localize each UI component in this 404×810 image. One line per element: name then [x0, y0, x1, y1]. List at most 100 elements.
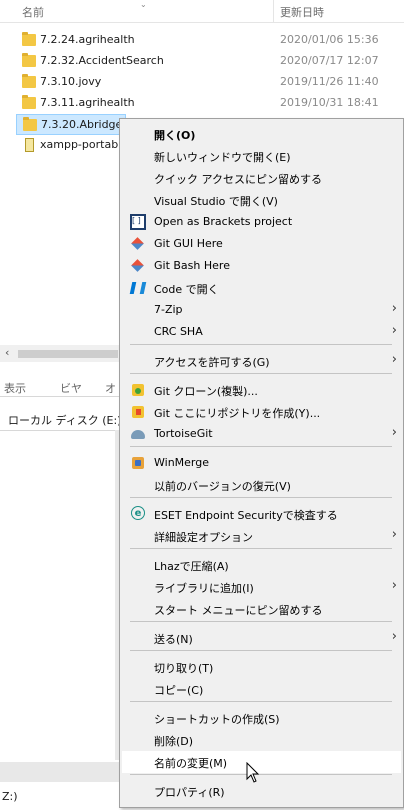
file-row-selected[interactable]: 7.3.20.AbridgeT: [16, 114, 130, 135]
menu-separator: [130, 497, 392, 498]
menu-item[interactable]: Git ここにリポジトリを作成(Y)...: [122, 401, 401, 423]
file-row[interactable]: 7.2.24.agrihealth 2020/01/06 15:36: [16, 30, 404, 51]
menu-item-label: Lhazで圧縮(A): [154, 560, 229, 573]
file-row[interactable]: 7.3.10.jovy 2019/11/26 11:40: [16, 72, 404, 93]
zip-file-icon: [25, 138, 34, 152]
menu-item[interactable]: Lhazで圧縮(A): [122, 554, 401, 576]
menu-item-label: Git GUI Here: [154, 237, 223, 250]
menu-item-label: アクセスを許可する(G): [154, 356, 270, 369]
menu-item[interactable]: WinMerge: [122, 452, 401, 474]
file-name: 7.2.24.agrihealth: [40, 33, 135, 46]
menu-item[interactable]: クイック アクセスにピン留めする: [122, 167, 401, 189]
menu-item[interactable]: 切り取り(T): [122, 656, 401, 678]
drive-item[interactable]: ローカル ディスク (E:): [0, 408, 122, 431]
git-clone-icon: [130, 382, 146, 398]
menu-item-label: Git ここにリポジトリを作成(Y)...: [154, 407, 321, 420]
menu-item[interactable]: 開く(O): [122, 123, 401, 145]
menu-item-label: Code で開く: [154, 283, 219, 296]
menu-item-label: 名前の変更(M): [154, 757, 228, 770]
menu-item[interactable]: コピー(C): [122, 678, 401, 700]
menu-item-label: 以前のバージョンの復元(V): [154, 480, 291, 493]
folder-icon: [22, 53, 36, 67]
drive-label: ローカル ディスク (E:): [8, 414, 122, 427]
file-row[interactable]: 7.2.32.AccidentSearch 2020/07/17 12:07: [16, 51, 404, 72]
column-divider[interactable]: [273, 0, 274, 22]
menu-item-label: スタート メニューにピン留めする: [154, 604, 323, 617]
menu-item-label: Git クローン(複製)...: [154, 385, 258, 398]
git-icon: [130, 236, 146, 252]
vscode-icon: [130, 280, 146, 296]
menu-item[interactable]: Code で開く: [122, 277, 401, 299]
file-name: 7.3.11.agrihealth: [40, 96, 135, 109]
file-row[interactable]: 7.3.11.agrihealth 2019/10/31 18:41: [16, 93, 404, 114]
menu-separator: [130, 548, 392, 549]
submenu-chevron-icon: ›: [391, 629, 397, 644]
sort-arrow-icon: ⌄: [140, 0, 147, 9]
file-date: 2020/07/17 12:07: [280, 54, 379, 67]
menu-item-label: WinMerge: [154, 456, 209, 469]
menu-item[interactable]: 送る(N) ›: [122, 627, 401, 649]
horizontal-scrollbar[interactable]: ‹: [0, 345, 120, 362]
menu-item[interactable]: Open as Brackets project: [122, 211, 401, 233]
file-name: xampp-portabl: [40, 138, 122, 151]
menu-item-label: 送る(N): [154, 633, 193, 646]
menu-item-label: 切り取り(T): [154, 662, 214, 675]
menu-item[interactable]: 新しいウィンドウで開く(E): [122, 145, 401, 167]
menu-item[interactable]: ショートカットの作成(S): [122, 707, 401, 729]
menu-item[interactable]: ライブラリに追加(I) ›: [122, 576, 401, 598]
toolbar-strip-label[interactable]: 表示: [4, 380, 26, 396]
menu-item[interactable]: アクセスを許可する(G) ›: [122, 350, 401, 372]
column-name[interactable]: 名前: [22, 4, 44, 20]
folder-icon: [22, 32, 36, 46]
menu-item[interactable]: ESET Endpoint Securityで検査する: [122, 503, 401, 525]
menu-item[interactable]: TortoiseGit ›: [122, 423, 401, 445]
menu-item-label: 開く(O): [154, 129, 196, 142]
menu-item-label: 新しいウィンドウで開く(E): [154, 151, 291, 164]
menu-item-label: Open as Brackets project: [154, 215, 293, 228]
menu-item-label: クイック アクセスにピン留めする: [154, 173, 322, 186]
file-name: 7.3.10.jovy: [40, 75, 102, 88]
menu-item-label: ESET Endpoint Securityで検査する: [154, 509, 338, 522]
status-label: Z:): [2, 790, 18, 803]
menu-separator: [130, 650, 392, 651]
menu-separator: [130, 701, 392, 702]
menu-item-label: ショートカットの作成(S): [154, 713, 280, 726]
menu-item-label: CRC SHA: [154, 325, 203, 338]
column-modified[interactable]: 更新日時: [280, 4, 324, 20]
column-header: ⌄ 名前 更新日時: [0, 0, 404, 23]
menu-item[interactable]: 削除(D): [122, 729, 401, 751]
menu-item-label: TortoiseGit: [154, 427, 213, 440]
submenu-chevron-icon: ›: [391, 352, 397, 367]
folder-icon: [22, 74, 36, 88]
menu-item-label: ライブラリに追加(I): [154, 582, 254, 595]
menu-item-label: Git Bash Here: [154, 259, 230, 272]
menu-item[interactable]: 詳細設定オプション ›: [122, 525, 401, 547]
menu-separator: [130, 446, 392, 447]
menu-item[interactable]: Git GUI Here: [122, 233, 401, 255]
menu-item[interactable]: Git クローン(複製)...: [122, 379, 401, 401]
menu-item[interactable]: CRC SHA ›: [122, 321, 401, 343]
file-date: 2019/10/31 18:41: [280, 96, 379, 109]
menu-item[interactable]: 以前のバージョンの復元(V): [122, 474, 401, 496]
menu-item-label: 詳細設定オプション: [154, 531, 253, 544]
scroll-left-icon[interactable]: ‹: [5, 346, 9, 359]
menu-item-label: 削除(D): [154, 735, 194, 748]
menu-separator: [130, 621, 392, 622]
menu-item-label: プロパティ(R): [154, 786, 225, 799]
scroll-thumb[interactable]: [18, 350, 118, 358]
toolbar-strip-label[interactable]: オ: [105, 380, 116, 396]
menu-item[interactable]: スタート メニューにピン留めする: [122, 598, 401, 620]
menu-item[interactable]: 7-Zip ›: [122, 299, 401, 321]
tortoisegit-icon: [130, 426, 146, 442]
status-band: [0, 762, 120, 782]
mouse-cursor-icon: [246, 762, 260, 783]
toolbar-strip-label[interactable]: ビヤ: [60, 380, 82, 396]
menu-item[interactable]: Git Bash Here: [122, 255, 401, 277]
file-name: 7.3.20.AbridgeT: [41, 118, 130, 131]
toolbar-strip: 表示 ビヤ オ: [0, 378, 120, 397]
menu-item[interactable]: Visual Studio で開く(V): [122, 189, 401, 211]
file-date: 2019/11/26 11:40: [280, 75, 379, 88]
menu-item-label: 7-Zip: [154, 303, 183, 316]
navigation-pane: [0, 370, 120, 810]
folder-icon: [22, 95, 36, 109]
